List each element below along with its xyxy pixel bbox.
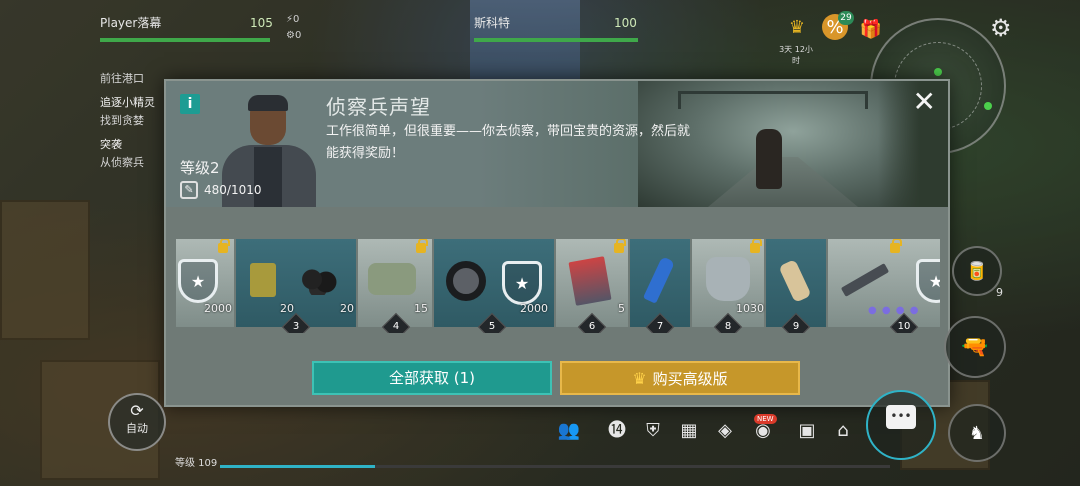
xp-level-label: 等级 109	[175, 458, 218, 469]
tire-icon	[446, 261, 486, 301]
lock-icon	[614, 239, 626, 253]
player1-name: Player落幕	[100, 16, 162, 30]
rider-art	[756, 129, 782, 189]
magazine-icon	[568, 256, 612, 306]
reward-qty: 1030	[736, 302, 764, 315]
clan-icon[interactable]: ⛨	[640, 418, 666, 444]
player2-status: 斯科特 100	[474, 14, 638, 42]
reward-qty: 5	[618, 302, 625, 315]
reward-qty: 20	[280, 302, 294, 315]
reward-qty: 2000	[204, 302, 232, 315]
event-timer: 3天 12小时	[779, 45, 813, 65]
player2-name: 斯科特	[474, 16, 511, 30]
dialog-title: 侦察兵声望	[326, 95, 431, 119]
reputation-icon: ✎	[180, 181, 198, 199]
player1-hp: 105	[250, 16, 273, 30]
player2-hp: 100	[614, 16, 637, 30]
buy-premium-button[interactable]: ♛ 购买高级版	[560, 361, 800, 395]
quest-sub-1: 前往港口	[100, 72, 144, 85]
lock-icon	[890, 239, 902, 253]
xp-bar	[220, 465, 890, 468]
quest-sub-2: 找到贪婪	[100, 114, 144, 127]
gear-icon[interactable]: ⚙	[990, 14, 1012, 42]
pistol-icon: 🔫	[961, 334, 989, 360]
friends-icon[interactable]: 👥	[556, 418, 582, 444]
dialog-header: i 等级2 ✎ 480/1010 侦察兵声望 工作很简单，但很重要——你去侦察，…	[166, 81, 948, 207]
reputation-progress: ✎ 480/1010	[180, 181, 262, 199]
bag-icon	[368, 263, 416, 295]
reward-cell-premium[interactable]: ★ 2000	[434, 239, 554, 327]
close-icon[interactable]: ✕	[913, 87, 936, 117]
jerry-can-icon	[250, 263, 276, 297]
crown-icon: ♛	[632, 368, 647, 388]
claim-all-button[interactable]: 全部获取 (1)	[312, 361, 552, 395]
consumable-count: 9	[996, 286, 1003, 299]
shield-token-icon: ★	[178, 259, 218, 303]
minimap-marker	[984, 102, 992, 110]
event-crown-icon[interactable]: ♛	[784, 14, 810, 40]
quest-title-3: 突袭	[100, 138, 122, 151]
quest-list[interactable]: 前往港口 追逐小精灵 找到贪婪 突袭 从侦察兵	[100, 70, 170, 172]
map-icon[interactable]: ▣	[794, 418, 820, 444]
weapon-slot[interactable]: 🔫	[944, 316, 1006, 378]
crouch-button[interactable]: ♞	[948, 404, 1006, 462]
shield-token-icon: ★	[502, 261, 542, 305]
auto-button[interactable]: ⟳ 自动	[108, 393, 166, 451]
dialog-description: 工作很简单，但很重要——你去侦察，带回宝贵的资源，然后就能获得奖励！	[326, 124, 691, 161]
lock-icon	[218, 239, 230, 253]
consumable-slot[interactable]: 🥫	[952, 246, 1002, 296]
quest-title-2: 追逐小精灵	[100, 96, 155, 109]
player2-hp-bar	[474, 38, 638, 42]
rifle-icon	[840, 263, 890, 297]
reward-qty: 2000	[520, 302, 548, 315]
auto-label: 自动	[126, 422, 148, 435]
reward-cell-free[interactable]: ★ 2000	[176, 239, 234, 327]
reward-cell-free[interactable]: ● ● ● ● ★	[828, 239, 940, 327]
rarity-dots: ● ● ● ●	[868, 305, 920, 316]
sale-badge: 29	[838, 11, 854, 25]
lock-icon	[750, 239, 762, 253]
reputation-level: 等级2	[180, 159, 220, 177]
refresh-icon: ⟳	[130, 401, 144, 420]
info-button[interactable]: i	[180, 94, 200, 114]
player1-stat-a: ⚡0	[286, 14, 300, 25]
reward-track[interactable]: ★ 2000 20 20 3 15 4 ★ 2000 5 5 6 7 1030 …	[176, 239, 940, 333]
chat-icon[interactable]: •••	[886, 405, 916, 429]
scout-reputation-dialog: i 等级2 ✎ 480/1010 侦察兵声望 工作很简单，但很重要——你去侦察，…	[164, 79, 950, 407]
bottle-icon	[642, 256, 676, 304]
coal-icon	[300, 269, 340, 295]
buy-premium-label: 购买高级版	[652, 369, 728, 388]
lock-icon	[416, 239, 428, 253]
calendar-icon[interactable]: ▦	[676, 418, 702, 444]
can-icon: 🥫	[965, 260, 989, 282]
new-badge: NEW	[754, 414, 777, 424]
player1-status: Player落幕 105	[100, 14, 273, 42]
gift-icon[interactable]: 🎁	[858, 16, 884, 42]
backpack-icon[interactable]: ⌂	[830, 418, 856, 444]
armor-icon	[706, 257, 750, 301]
reward-qty: 15	[414, 302, 428, 315]
shield-token-icon: ★	[916, 259, 940, 303]
portrait-cap	[248, 95, 288, 111]
player1-stat-b: ⚙0	[286, 30, 302, 41]
compass-icon[interactable]: ◈	[712, 418, 738, 444]
quest-sub-3: 从侦察兵	[100, 156, 144, 169]
gate-art	[678, 91, 868, 109]
reward-qty: 20	[340, 302, 354, 315]
scroll-icon	[778, 259, 812, 303]
road-art	[708, 157, 858, 207]
reputation-value: 480/1010	[204, 183, 262, 197]
minimap-marker	[934, 68, 942, 76]
player1-hp-bar	[100, 38, 270, 42]
stealth-icon: ♞	[968, 422, 986, 444]
events-icon[interactable]: ⓮	[604, 418, 630, 444]
